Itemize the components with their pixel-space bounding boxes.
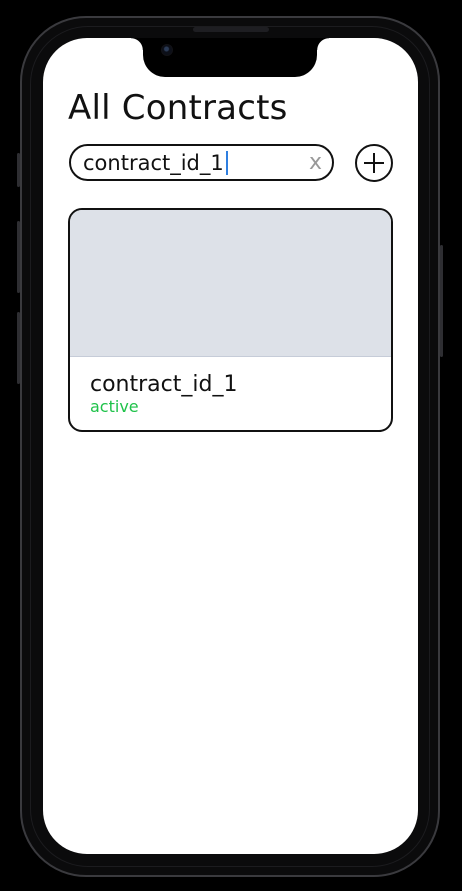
search-input[interactable]: contract_id_1 x — [69, 144, 334, 181]
plus-icon — [364, 153, 384, 173]
side-button-power — [440, 245, 443, 357]
front-camera — [161, 44, 173, 56]
app-screen: All Contracts contract_id_1 x contract_i… — [43, 38, 418, 854]
contract-card-image — [70, 210, 391, 357]
side-button-volume-up — [17, 221, 20, 293]
text-caret — [225, 150, 228, 175]
contract-card-title: contract_id_1 — [90, 372, 238, 397]
add-contract-button[interactable] — [355, 144, 393, 182]
side-button-mute — [17, 153, 20, 187]
earpiece-speaker — [193, 27, 269, 32]
side-button-volume-down — [17, 312, 20, 384]
search-input-value: contract_id_1 — [83, 150, 224, 175]
contract-status-badge: active — [90, 397, 139, 416]
page-title: All Contracts — [68, 88, 288, 128]
contract-card[interactable]: contract_id_1 active — [68, 208, 393, 432]
clear-search-button[interactable]: x — [309, 150, 322, 176]
